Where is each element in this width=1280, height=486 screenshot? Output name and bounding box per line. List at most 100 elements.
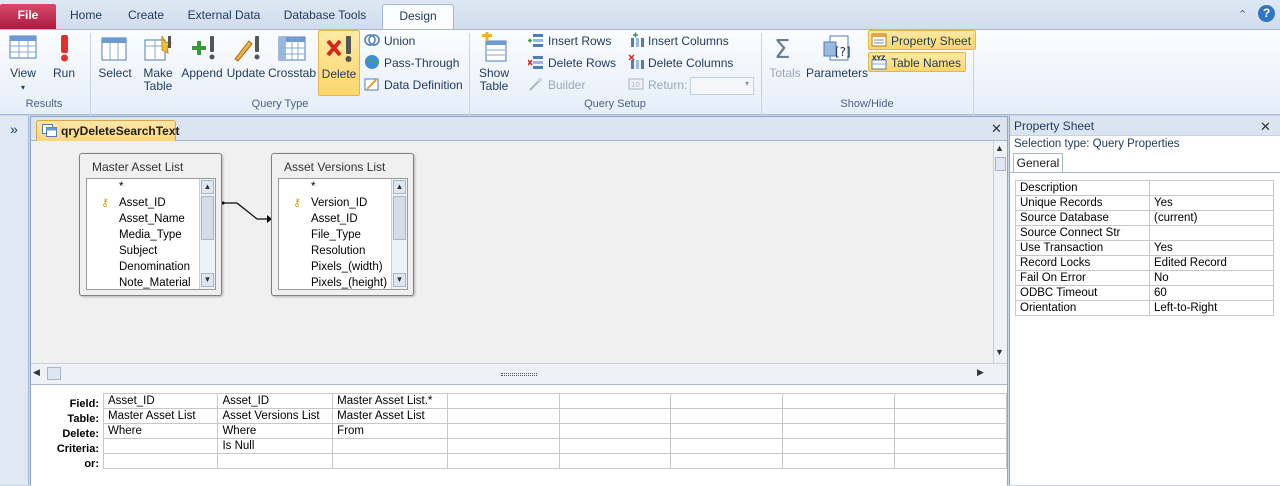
pane-splitter[interactable]: ◀ ▶	[31, 363, 1007, 385]
grid-cell[interactable]: Asset Versions List	[217, 408, 334, 424]
table-asset-versions-list[interactable]: Asset Versions List * ⚷ Version_ID Asset_…	[271, 153, 414, 296]
grid-cell[interactable]	[102, 453, 219, 469]
scroll-thumb[interactable]	[995, 157, 1006, 171]
grid-cell[interactable]: Where	[102, 423, 219, 439]
grid-cell[interactable]	[670, 423, 784, 439]
pass-through-button[interactable]: Pass-Through	[364, 53, 459, 73]
field-item[interactable]: Pixels_(width)	[279, 259, 407, 275]
tab-home[interactable]: Home	[62, 4, 110, 30]
grid-cell[interactable]: From	[332, 423, 448, 439]
document-tab[interactable]: qryDeleteSearchText	[36, 120, 180, 141]
grid-cell[interactable]	[558, 423, 672, 439]
field-item[interactable]: *	[87, 179, 215, 195]
property-value[interactable]: 60	[1149, 285, 1274, 301]
grid-cell[interactable]	[894, 423, 1007, 439]
grid-cell[interactable]	[670, 408, 784, 424]
field-item[interactable]: File_Type	[279, 227, 407, 243]
grid-cell[interactable]	[894, 408, 1007, 424]
scroll-down-icon[interactable]: ▼	[201, 273, 214, 287]
tab-create[interactable]: Create	[120, 4, 172, 30]
field-item[interactable]: Note_Material	[87, 275, 215, 289]
grid-cell[interactable]	[446, 408, 560, 424]
field-item[interactable]: Asset_Name	[87, 211, 215, 227]
property-value[interactable]: Yes	[1149, 240, 1274, 256]
grid-cell[interactable]: Master Asset List	[332, 408, 448, 424]
grid-cell[interactable]: Where	[217, 423, 334, 439]
grid-cell[interactable]: Asset_ID	[102, 393, 219, 409]
grid-cell[interactable]	[446, 453, 560, 469]
grid-cell[interactable]	[217, 453, 334, 469]
scroll-right-icon[interactable]: ▶	[977, 367, 984, 378]
show-table-button[interactable]: Show Table	[474, 32, 514, 93]
union-button[interactable]: Union	[364, 31, 415, 51]
append-button[interactable]: Append	[180, 32, 224, 80]
insert-rows-button[interactable]: Insert Rows	[528, 31, 611, 51]
grid-cell[interactable]	[782, 438, 896, 454]
grid-cell[interactable]	[782, 393, 896, 409]
grid-cell[interactable]	[894, 438, 1007, 454]
delete-query-button[interactable]: Delete	[318, 30, 360, 96]
expand-navigation-button[interactable]: »	[4, 120, 24, 140]
grid-cell[interactable]: Asset_ID	[217, 393, 334, 409]
field-item[interactable]: Pixels_(height)	[279, 275, 407, 289]
insert-columns-button[interactable]: Insert Columns	[628, 31, 729, 51]
data-definition-button[interactable]: Data Definition	[364, 75, 463, 95]
grid-cell[interactable]	[558, 453, 672, 469]
property-value[interactable]: Left-to-Right	[1149, 300, 1274, 316]
property-value[interactable]: Yes	[1149, 195, 1274, 211]
field-list-scrollbar[interactable]: ▲ ▼	[391, 179, 407, 289]
property-value[interactable]: No	[1149, 270, 1274, 286]
grid-cell[interactable]	[102, 438, 219, 454]
grid-cell[interactable]	[782, 453, 896, 469]
grid-cell[interactable]	[332, 453, 448, 469]
grid-cell[interactable]: Master Asset List.*	[332, 393, 448, 409]
scroll-down-icon[interactable]: ▼	[393, 273, 406, 287]
grid-cell[interactable]	[670, 453, 784, 469]
field-item[interactable]: ⚷ Asset_ID	[87, 195, 215, 211]
grid-cell[interactable]	[332, 438, 448, 454]
field-list-scrollbar[interactable]: ▲ ▼	[199, 179, 215, 289]
grid-cell[interactable]	[446, 393, 560, 409]
table-master-asset-list[interactable]: Master Asset List * ⚷ Asset_ID Asset_Name…	[79, 153, 222, 296]
grid-cell[interactable]: Master Asset List	[102, 408, 219, 424]
grid-cell[interactable]: Is Null	[217, 438, 334, 454]
scroll-down-icon[interactable]: ▼	[995, 347, 1004, 357]
grid-cell[interactable]	[446, 438, 560, 454]
field-item[interactable]: *	[279, 179, 407, 195]
grid-cell[interactable]	[558, 393, 672, 409]
grid-cell[interactable]	[670, 393, 784, 409]
property-value[interactable]: (current)	[1149, 210, 1274, 226]
field-item[interactable]: Media_Type	[87, 227, 215, 243]
grid-cell[interactable]	[446, 423, 560, 439]
field-item[interactable]: Asset_ID	[279, 211, 407, 227]
property-value[interactable]	[1149, 225, 1274, 241]
tab-design[interactable]: Design	[382, 4, 454, 31]
scroll-up-icon[interactable]: ▲	[201, 180, 214, 194]
run-button[interactable]: Run	[48, 32, 80, 80]
grid-cell[interactable]	[558, 408, 672, 424]
scroll-thumb[interactable]	[201, 196, 214, 240]
scroll-left-icon[interactable]: ◀	[33, 367, 40, 378]
select-query-button[interactable]: Select	[96, 32, 134, 80]
field-item[interactable]: Denomination	[87, 259, 215, 275]
help-icon[interactable]: ?	[1258, 5, 1275, 22]
view-button[interactable]: View ▾	[6, 32, 40, 94]
field-item[interactable]: ⚷ Version_ID	[279, 195, 407, 211]
tab-external-data[interactable]: External Data	[182, 4, 266, 30]
close-document-icon[interactable]: ✕	[991, 121, 1002, 137]
field-item[interactable]: Subject	[87, 243, 215, 259]
scroll-thumb[interactable]	[393, 196, 406, 240]
delete-columns-button[interactable]: Delete Columns	[628, 53, 733, 73]
table-pane-vertical-scrollbar[interactable]: ▲ ▼	[993, 141, 1007, 363]
grid-cell[interactable]	[894, 393, 1007, 409]
make-table-button[interactable]: Make Table	[138, 32, 178, 93]
horizontal-scroll-thumb[interactable]	[47, 367, 61, 380]
field-item[interactable]: Resolution	[279, 243, 407, 259]
tab-general[interactable]: General	[1013, 153, 1063, 173]
update-button[interactable]: Update	[226, 32, 266, 80]
scroll-up-icon[interactable]: ▲	[393, 180, 406, 194]
property-value[interactable]: Edited Record	[1149, 255, 1274, 271]
splitter-grip[interactable]	[501, 373, 537, 376]
parameters-button[interactable]: [?] Parameters	[806, 32, 868, 80]
crosstab-button[interactable]: Crosstab	[268, 32, 316, 80]
